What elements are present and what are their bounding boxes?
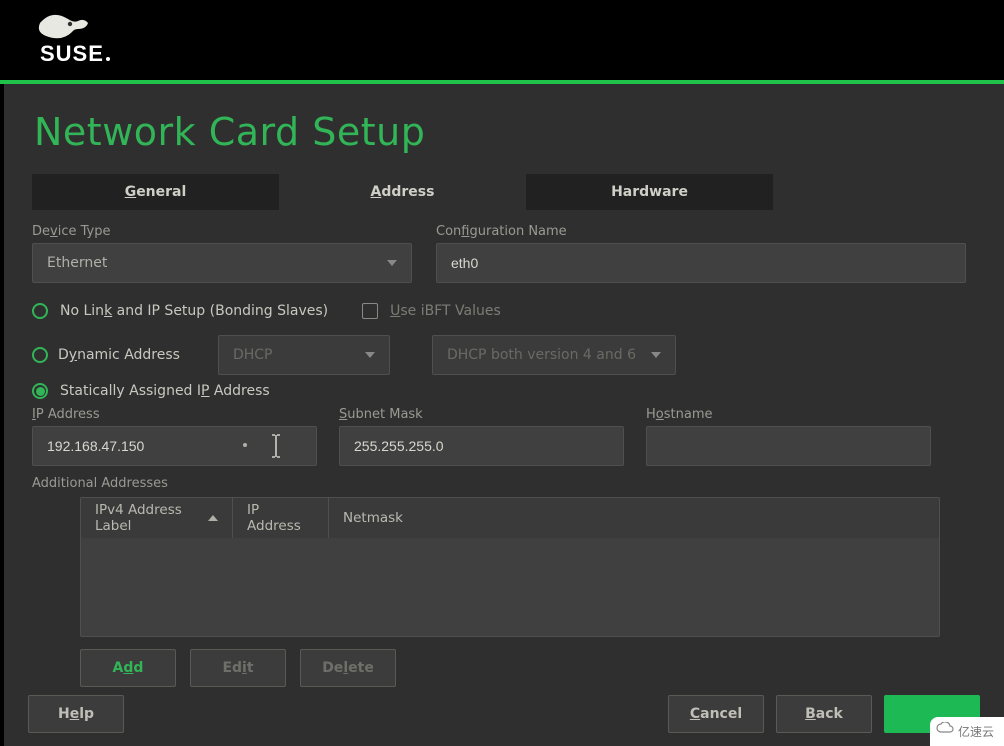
radio-dynamic-label: Dynamic Address (58, 347, 180, 363)
page-title: Network Card Setup (34, 110, 976, 154)
use-ibft-label: Use iBFT Values (390, 303, 501, 319)
cancel-button[interactable]: Cancel (668, 695, 764, 733)
dhcp-select[interactable]: DHCP (218, 335, 390, 375)
radio-dynamic[interactable] (32, 347, 48, 363)
tab-bar: General Address Hardware (32, 174, 976, 210)
col-ipv4-label[interactable]: IPv4 Address Label (81, 498, 233, 538)
config-name-label: Configuration Name (436, 224, 966, 239)
sort-asc-icon (208, 515, 218, 521)
caret-indicator-icon (243, 443, 247, 447)
ip-address-label: IP Address (32, 407, 317, 422)
watermark: 亿速云 (930, 717, 1004, 746)
device-type-select[interactable]: Ethernet (32, 243, 412, 283)
chevron-down-icon (651, 352, 661, 358)
tab-general[interactable]: General (32, 174, 279, 210)
chevron-down-icon (387, 260, 397, 266)
dhcp-version-select[interactable]: DHCP both version 4 and 6 (432, 335, 676, 375)
tab-address[interactable]: Address (279, 174, 526, 210)
ip-address-input[interactable] (32, 426, 317, 466)
radio-no-link-label: No Link and IP Setup (Bonding Slaves) (60, 303, 328, 319)
radio-static-label: Statically Assigned IP Address (60, 383, 270, 399)
radio-static[interactable] (32, 383, 48, 399)
subnet-mask-label: Subnet Mask (339, 407, 624, 422)
additional-addresses-table[interactable]: IPv4 Address Label IP Address Netmask (80, 497, 940, 637)
checkbox-use-ibft[interactable] (362, 303, 378, 319)
footer-bar: Help Cancel Back (4, 682, 1004, 746)
brand-bar: SUSE (0, 0, 1004, 80)
back-button[interactable]: Back (776, 695, 872, 733)
col-ip-address[interactable]: IP Address (233, 498, 329, 538)
config-name-input[interactable] (436, 243, 966, 283)
additional-addresses-label: Additional Addresses (32, 476, 976, 491)
help-button[interactable]: Help (28, 695, 124, 733)
subnet-mask-input[interactable] (339, 426, 624, 466)
svg-text:SUSE: SUSE (40, 41, 104, 66)
hostname-label: Hostname (646, 407, 931, 422)
hostname-input[interactable] (646, 426, 931, 466)
suse-logo: SUSE (22, 11, 122, 69)
table-header: IPv4 Address Label IP Address Netmask (81, 498, 939, 538)
main-panel: Network Card Setup General Address Hardw… (4, 84, 1004, 746)
device-type-label: Device Type (32, 224, 412, 239)
chevron-down-icon (365, 352, 375, 358)
tab-hardware[interactable]: Hardware (526, 174, 773, 210)
col-netmask[interactable]: Netmask (329, 498, 413, 538)
radio-no-link[interactable] (32, 303, 48, 319)
cloud-icon (936, 722, 954, 734)
